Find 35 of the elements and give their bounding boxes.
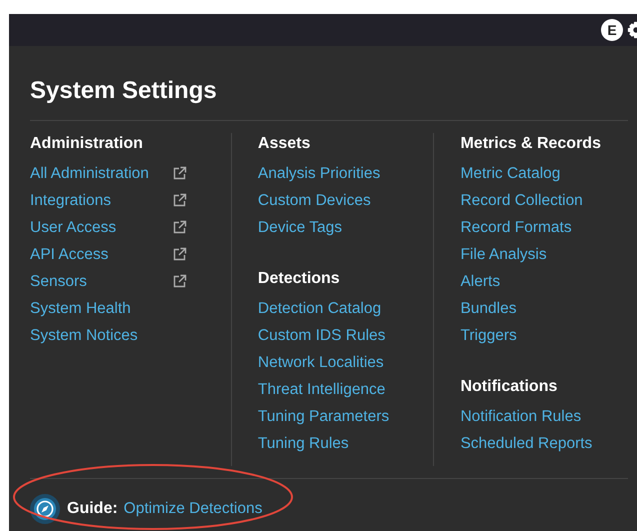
settings-link[interactable]: Tuning Rules <box>258 432 349 454</box>
settings-link[interactable]: Scheduled Reports <box>460 432 592 454</box>
settings-link[interactable]: Triggers <box>460 324 517 346</box>
settings-link[interactable]: System Health <box>30 298 131 320</box>
settings-link[interactable]: User Access <box>30 216 116 238</box>
section-heading: Metrics & Records <box>460 134 602 154</box>
settings-link[interactable]: Alerts <box>460 270 500 292</box>
section-heading: Notifications <box>460 377 558 397</box>
compass-icon <box>29 493 61 525</box>
settings-link[interactable]: Analysis Priorities <box>258 162 380 184</box>
settings-link[interactable]: Tuning Parameters <box>258 406 390 428</box>
settings-link[interactable]: Detection Catalog <box>258 298 382 320</box>
settings-link[interactable]: Bundles <box>460 298 516 320</box>
settings-link[interactable]: Sensors <box>30 270 87 292</box>
settings-link[interactable]: Device Tags <box>258 216 342 238</box>
settings-link[interactable]: API Access <box>30 244 108 266</box>
settings-link[interactable]: System Notices <box>30 324 138 346</box>
settings-link[interactable]: Network Localities <box>258 352 384 374</box>
settings-link[interactable]: Threat Intelligence <box>258 378 386 400</box>
settings-link[interactable]: File Analysis <box>460 244 547 266</box>
settings-link[interactable]: All Administration <box>30 162 149 184</box>
settings-link[interactable]: Record Formats <box>460 216 572 238</box>
settings-link[interactable]: Integrations <box>30 190 111 212</box>
guide-label: Guide: <box>67 500 118 518</box>
settings-link[interactable]: Record Collection <box>460 190 583 212</box>
page-title: System Settings <box>30 76 218 106</box>
settings-link[interactable]: Metric Catalog <box>460 162 560 184</box>
section-heading: Assets <box>258 134 312 154</box>
guide-link[interactable]: Optimize Detections <box>124 498 262 520</box>
section-heading: Detections <box>258 269 341 289</box>
settings-link[interactable]: Custom IDS Rules <box>258 324 386 346</box>
settings-link[interactable]: Notification Rules <box>460 406 582 428</box>
settings-link[interactable]: Custom Devices <box>258 190 371 212</box>
section-heading: Administration <box>30 134 144 154</box>
avatar-badge[interactable]: E <box>601 19 623 41</box>
